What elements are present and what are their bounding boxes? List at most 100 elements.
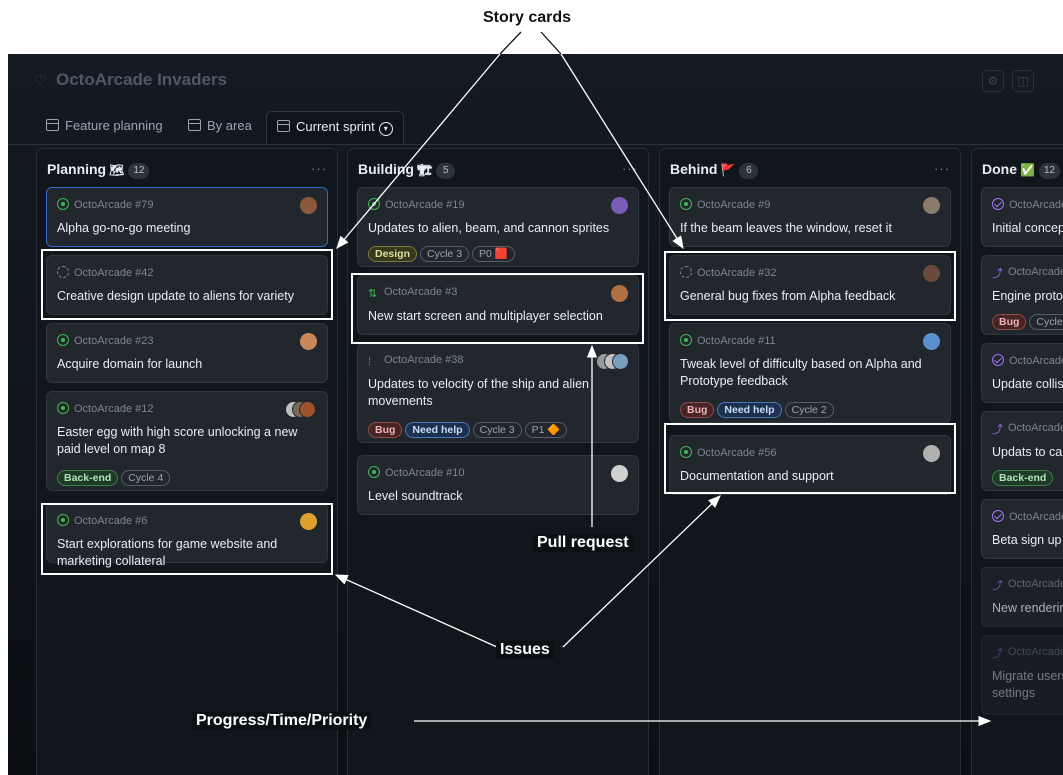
card-number: OctoArcade bbox=[1008, 266, 1063, 278]
card-title[interactable]: Updats to car bbox=[992, 444, 1063, 461]
card-number: OctoArcade #10 bbox=[385, 467, 465, 479]
story-card[interactable]: OctoArcade Updats to car Back-end bbox=[981, 411, 1063, 491]
label-pill[interactable]: P1 🔶 bbox=[524, 422, 568, 438]
label-pill[interactable]: Need help bbox=[717, 402, 782, 418]
heart-icon: ♡ bbox=[34, 72, 47, 88]
card-reference: OctoArcade bbox=[992, 354, 1063, 367]
avatar bbox=[299, 401, 316, 418]
done-status-icon bbox=[992, 510, 1004, 522]
column-planning: Planning 🗺 12 ··· OctoArcade #79 Alpha go-no-… bbox=[36, 148, 338, 775]
story-card[interactable]: OctoArcade Beta sign up bbox=[981, 499, 1063, 559]
label-pill[interactable]: Back-end bbox=[992, 470, 1054, 486]
issue-highlight-frame bbox=[41, 503, 333, 575]
card-title[interactable]: Migrate users settings bbox=[992, 668, 1063, 702]
card-title[interactable]: If the beam leaves the window, reset it bbox=[680, 220, 940, 237]
column-menu-icon[interactable]: ··· bbox=[622, 161, 638, 176]
issue-highlight-frame bbox=[664, 423, 956, 494]
open-status-icon bbox=[57, 198, 69, 210]
label-pill[interactable]: Cycle bbox=[1029, 314, 1063, 330]
label-pill[interactable]: Bug bbox=[368, 422, 403, 438]
avatar bbox=[300, 333, 317, 350]
avatar bbox=[611, 465, 628, 482]
label-pill[interactable]: Cycle 4 bbox=[121, 470, 171, 486]
avatar bbox=[300, 197, 317, 214]
label-list: Back-end bbox=[992, 468, 1056, 486]
story-card[interactable]: OctoArcade New renderin bbox=[981, 567, 1063, 627]
story-card[interactable]: OctoArcade #23 Acquire domain for launch bbox=[46, 323, 328, 383]
story-card[interactable]: OctoArcade Engine protot BugCycle bbox=[981, 255, 1063, 335]
label-pill[interactable]: P0 🟥 bbox=[472, 246, 515, 262]
tab-by-area[interactable]: By area bbox=[188, 111, 252, 145]
label-pill[interactable]: Cycle 2 bbox=[784, 402, 834, 418]
column-header: Behind 🚩 6 bbox=[670, 161, 759, 181]
story-card[interactable]: OctoArcade #10 Level soundtrack bbox=[357, 455, 639, 515]
card-reference: OctoArcade #10 bbox=[368, 466, 465, 479]
card-title[interactable]: Easter egg with high score unlocking a n… bbox=[57, 424, 317, 458]
column-title: Done bbox=[982, 161, 1017, 177]
column-menu-icon[interactable]: ··· bbox=[934, 161, 950, 176]
open-status-icon bbox=[680, 198, 692, 210]
card-title[interactable]: Update collisi bbox=[992, 376, 1063, 393]
story-card[interactable]: OctoArcade #12 Easter egg with high score… bbox=[46, 391, 328, 491]
label-pill[interactable]: Bug bbox=[992, 314, 1027, 330]
card-number: OctoArcade #9 bbox=[697, 199, 771, 211]
column-menu-icon[interactable]: ··· bbox=[311, 161, 327, 176]
avatar-group bbox=[285, 401, 317, 418]
column-count-badge: 6 bbox=[739, 163, 759, 179]
column-building: Building 🏗 5 ··· OctoArcade #19 Updates to al… bbox=[347, 148, 649, 775]
card-reference: OctoArcade #19 bbox=[368, 198, 465, 211]
story-card[interactable]: OctoArcade #79 Alpha go-no-go meeting bbox=[46, 187, 328, 247]
label-list: Back-end Cycle 4 bbox=[57, 468, 173, 486]
card-number: OctoArcade #12 bbox=[74, 403, 154, 415]
gear-icon[interactable]: ⚙ bbox=[982, 70, 1004, 92]
story-card[interactable]: OctoArcade #38 Updates to velocity of the… bbox=[357, 343, 639, 443]
story-card[interactable]: OctoArcade #19 Updates to alien, beam, an… bbox=[357, 187, 639, 267]
column-count-badge: 12 bbox=[1038, 163, 1061, 179]
card-number: OctoArcade #19 bbox=[385, 199, 465, 211]
card-title[interactable]: Updates to alien, beam, and cannon sprit… bbox=[368, 220, 628, 237]
sidebar-icon[interactable]: ◫ bbox=[1012, 70, 1034, 92]
card-number: OctoArcade bbox=[1008, 646, 1063, 658]
tab-feature-planning[interactable]: Feature planning bbox=[46, 111, 163, 145]
avatar bbox=[611, 197, 628, 214]
avatar bbox=[612, 353, 629, 370]
table-icon bbox=[46, 119, 59, 131]
board-icon bbox=[277, 120, 290, 132]
story-card[interactable]: OctoArcade #9 If the beam leaves the wind… bbox=[669, 187, 951, 247]
card-reference: OctoArcade #12 bbox=[57, 402, 154, 415]
card-title[interactable]: New renderin bbox=[992, 600, 1063, 617]
card-title[interactable]: Acquire domain for launch bbox=[57, 356, 317, 373]
card-reference: OctoArcade bbox=[992, 646, 1063, 660]
open-status-icon bbox=[368, 198, 380, 210]
card-reference: OctoArcade bbox=[992, 266, 1063, 280]
tab-current-sprint[interactable]: Current sprint ▾ bbox=[266, 111, 404, 145]
label-pill[interactable]: Back-end bbox=[57, 470, 119, 486]
card-title[interactable]: Level soundtrack bbox=[368, 488, 628, 505]
tab-label: Current sprint bbox=[296, 119, 375, 134]
tabs-divider bbox=[8, 144, 1063, 145]
chevron-down-icon[interactable]: ▾ bbox=[378, 122, 393, 136]
avatar-group bbox=[596, 353, 629, 370]
story-card[interactable]: OctoArcade Update collisi bbox=[981, 343, 1063, 403]
story-card[interactable]: OctoArcade Migrate users settings bbox=[981, 635, 1063, 715]
label-pill[interactable]: Need help bbox=[405, 422, 470, 438]
card-title[interactable]: Alpha go-no-go meeting bbox=[57, 220, 317, 237]
card-title[interactable]: Beta sign up bbox=[992, 532, 1063, 549]
story-card[interactable]: OctoArcade Initial concep bbox=[981, 187, 1063, 247]
label-pill[interactable]: Design bbox=[368, 246, 418, 262]
column-title: Planning bbox=[47, 161, 107, 177]
card-title[interactable]: Updates to velocity of the ship and alie… bbox=[368, 376, 628, 410]
label-pill[interactable]: Bug bbox=[680, 402, 715, 418]
project-board-window: ♡ OctoArcade Invaders ⚙ ◫ Feature planni… bbox=[8, 54, 1063, 775]
card-title[interactable]: Engine protot bbox=[992, 288, 1063, 305]
open-status-icon bbox=[57, 402, 69, 414]
card-title[interactable]: Tweak level of difficulty based on Alpha… bbox=[680, 356, 940, 390]
card-number: OctoArcade bbox=[1009, 199, 1063, 211]
card-title[interactable]: Initial concep bbox=[992, 220, 1063, 237]
story-card-highlight-frame bbox=[664, 251, 956, 321]
story-card[interactable]: OctoArcade #11 Tweak level of difficulty … bbox=[669, 323, 951, 423]
label-pill[interactable]: Cycle 3 bbox=[472, 422, 522, 438]
prmerged-status-icon bbox=[992, 580, 1003, 592]
issues-annotation: Issues bbox=[496, 641, 554, 659]
label-pill[interactable]: Cycle 3 bbox=[420, 246, 470, 262]
